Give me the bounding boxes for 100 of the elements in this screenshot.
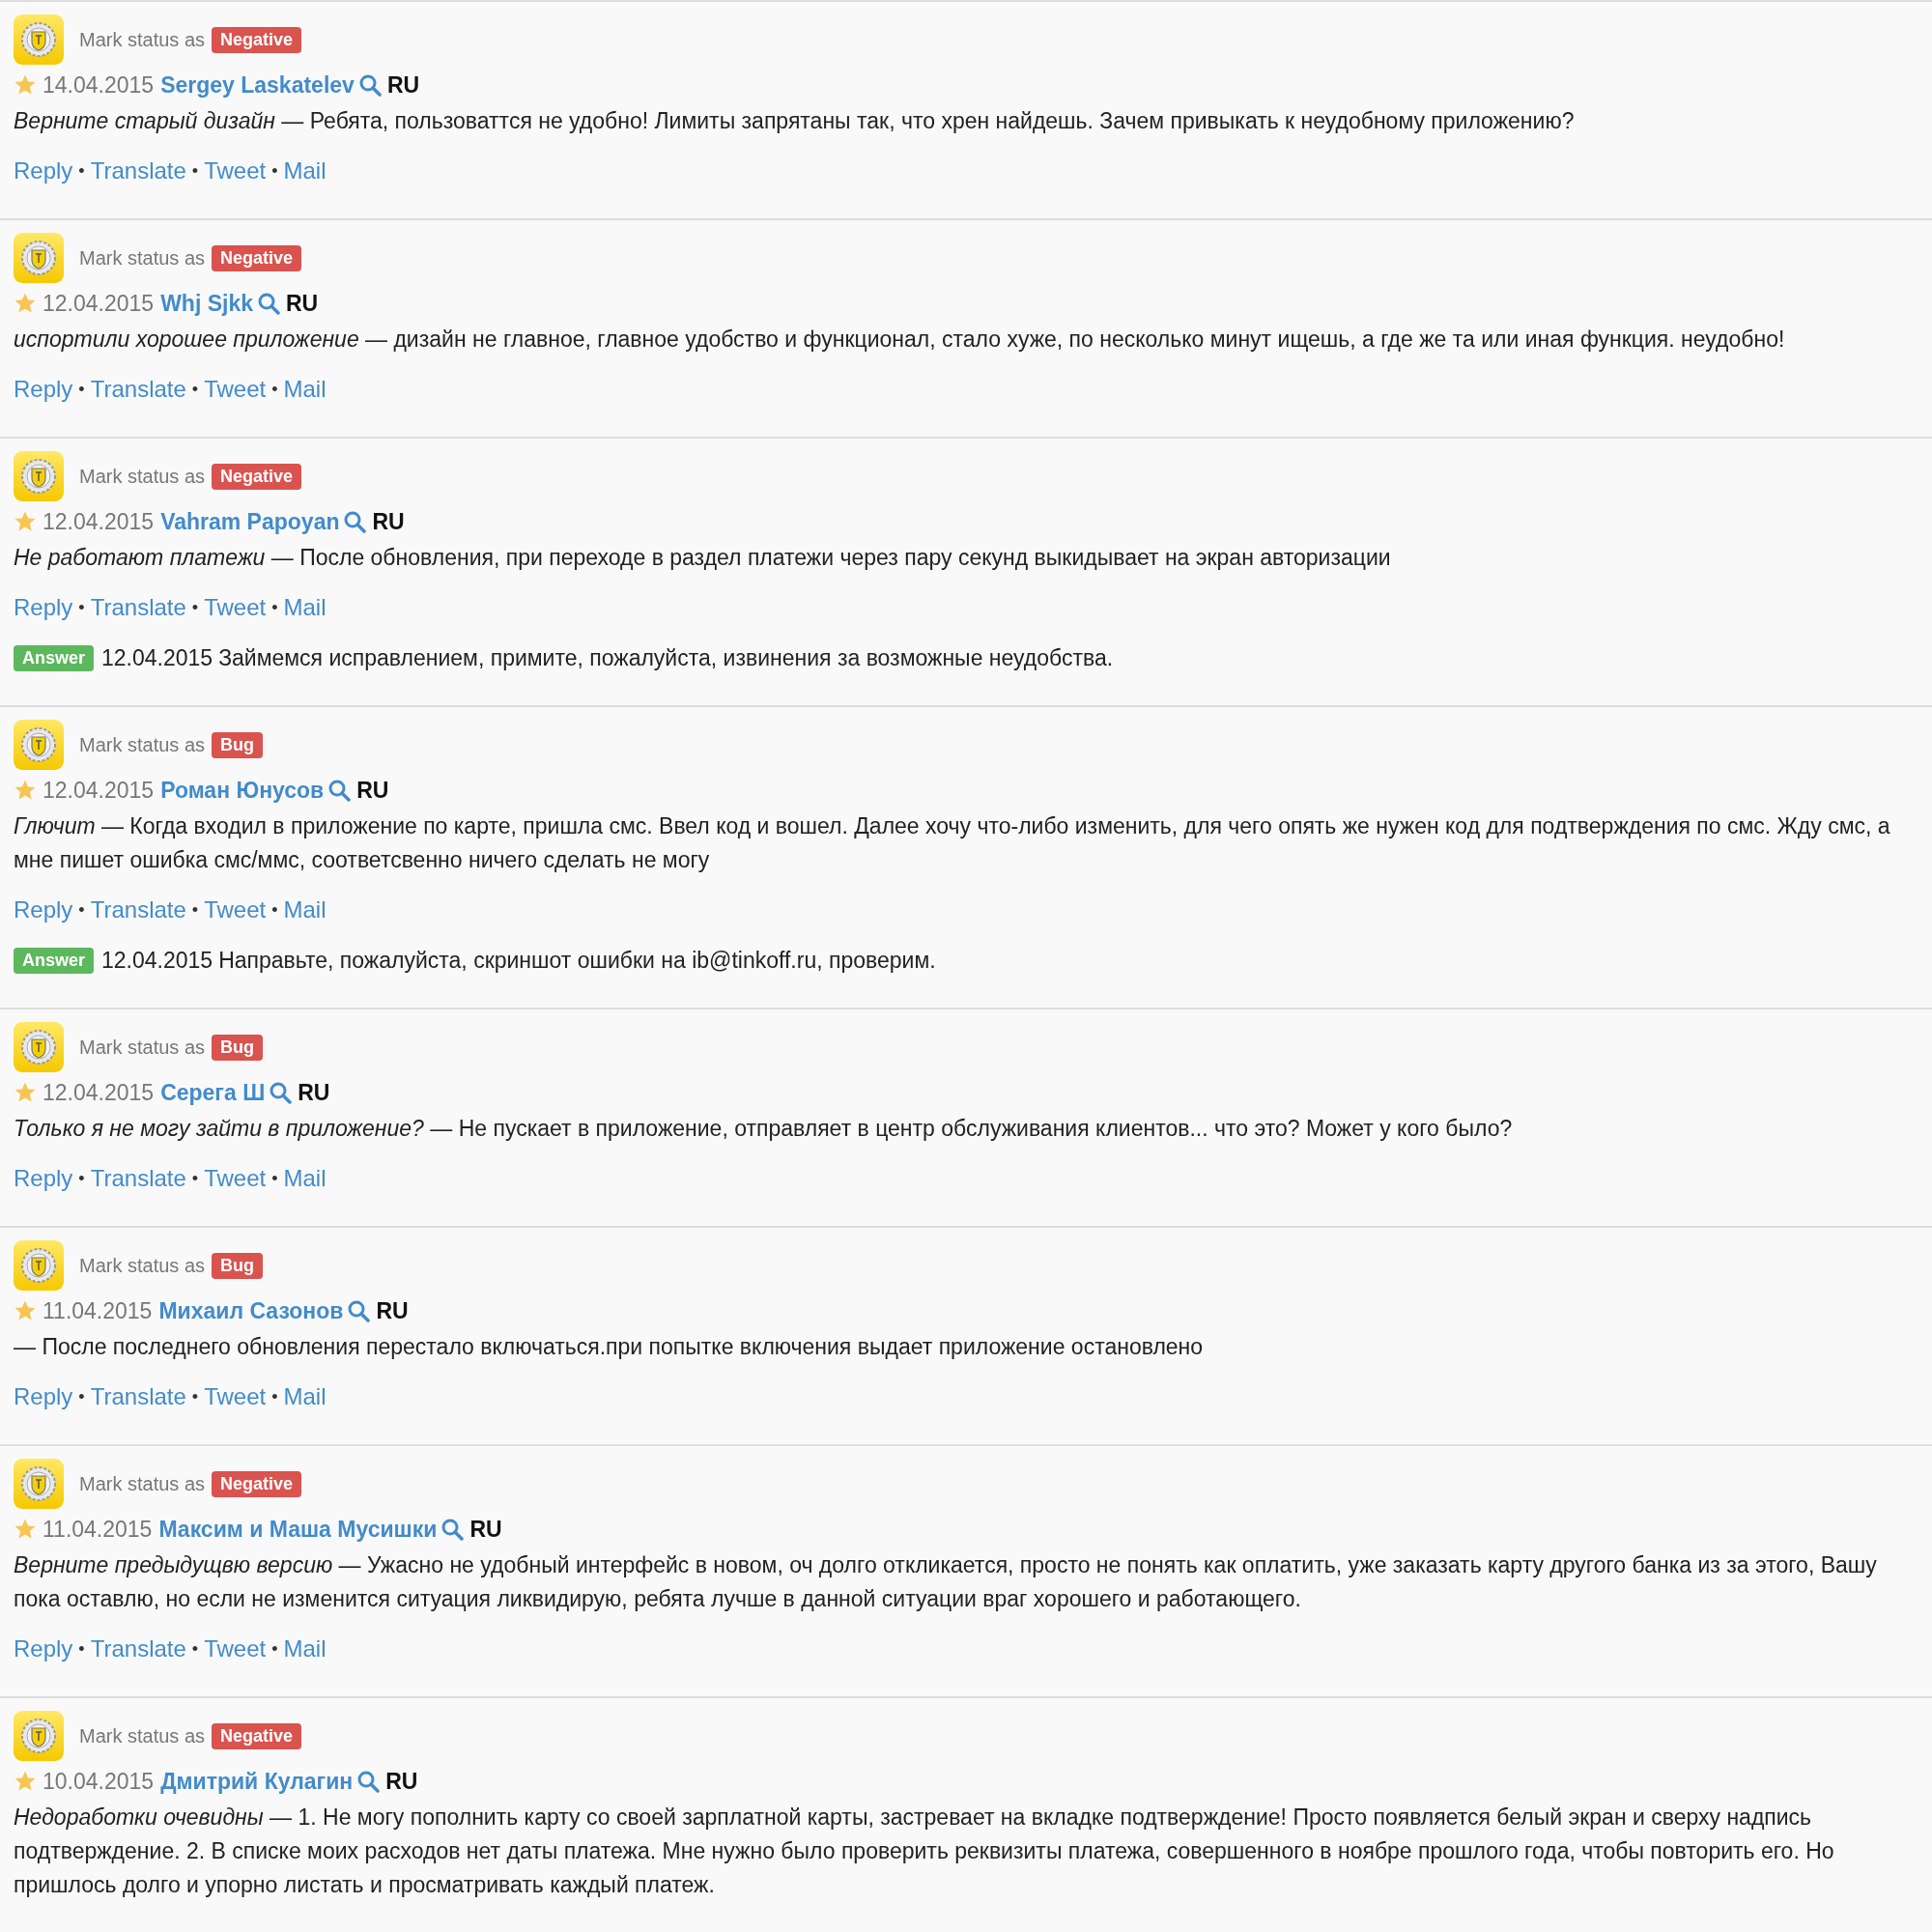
answer-text: Займемся исправлением, примите, пожалуйста, извинения за возможные неудобства. xyxy=(218,644,1114,671)
action-link[interactable]: Mail xyxy=(283,376,327,403)
answer-tag: Answer xyxy=(14,644,95,671)
action-link[interactable]: Tweet xyxy=(204,594,267,621)
author-link[interactable]: Дмитрий Кулагин xyxy=(160,1768,354,1795)
answer-text: Направьте, пожалуйста, скриншот ошибки на ib@tinkoff.ru, проверим. xyxy=(218,947,936,974)
action-link[interactable]: Translate xyxy=(90,594,186,621)
action-link[interactable]: Mail xyxy=(283,594,327,621)
action-link[interactable]: Tweet xyxy=(204,157,267,185)
country-code: RU xyxy=(385,1768,418,1795)
action-link[interactable]: Translate xyxy=(90,896,186,923)
author-link[interactable]: Роман Юнусов xyxy=(160,777,325,804)
action-link[interactable]: Mail xyxy=(283,1165,327,1192)
review-date: 11.04.2015 xyxy=(43,1297,153,1324)
country-code: RU xyxy=(469,1516,502,1543)
separator-dot: • xyxy=(271,597,278,618)
separator-dot: • xyxy=(191,1168,199,1189)
review-date: 12.04.2015 xyxy=(43,508,155,535)
separator-dot: • xyxy=(78,379,85,400)
separator-dot: • xyxy=(191,1638,199,1660)
star-icon xyxy=(14,1081,37,1104)
app-icon xyxy=(14,1022,64,1072)
author-link[interactable]: Vahram Papoyan xyxy=(160,508,340,535)
review-date: 12.04.2015 xyxy=(43,1079,155,1106)
action-link[interactable]: Tweet xyxy=(204,376,267,403)
review-date: 10.04.2015 xyxy=(43,1768,155,1795)
separator-dot: • xyxy=(271,160,278,182)
author-link[interactable]: Михаил Сазонов xyxy=(158,1297,344,1324)
action-link[interactable]: Reply xyxy=(14,1383,73,1410)
review-text: Недоработки очевидны — 1. Не могу пополнить карту со своей зарплатной карты, застревает на вкладке подтверждение! Просто появляется белый экран и сверху надпись подтверждение. 2. В списке моих расходов нет даты платежа. Мне нужно было проверить реквизиты платежа, совершенного в ноябре прошлого года, чтобы повторить его. Но пришлось долго и упорно листать и просматривать каждый платеж. xyxy=(14,1804,1835,1899)
star-icon xyxy=(14,779,37,802)
review-date: 11.04.2015 xyxy=(43,1516,153,1543)
search-icon[interactable] xyxy=(440,1518,465,1541)
status-tag[interactable]: Bug xyxy=(212,1034,264,1061)
separator-dot: • xyxy=(271,899,278,921)
search-icon[interactable] xyxy=(356,1770,381,1793)
answer-date: 12.04.2015 xyxy=(101,644,213,671)
status-tag[interactable]: Negative xyxy=(212,1470,302,1497)
country-code: RU xyxy=(286,290,319,317)
action-link[interactable]: Translate xyxy=(90,1165,186,1192)
search-icon[interactable] xyxy=(357,73,382,97)
separator-dot: • xyxy=(78,1638,85,1660)
action-link[interactable]: Reply xyxy=(14,157,73,185)
status-tag[interactable]: Negative xyxy=(212,26,302,53)
search-icon[interactable] xyxy=(257,292,280,315)
status-tag[interactable]: Bug xyxy=(212,1252,264,1279)
action-link[interactable]: Mail xyxy=(283,157,327,185)
app-icon xyxy=(14,233,64,283)
search-icon[interactable] xyxy=(347,1299,371,1322)
app-icon xyxy=(14,1240,64,1291)
separator-dot: • xyxy=(271,1386,278,1407)
action-link[interactable]: Reply xyxy=(14,896,73,923)
review-date: 12.04.2015 xyxy=(43,290,155,317)
app-icon xyxy=(14,14,64,65)
status-tag[interactable]: Negative xyxy=(212,244,302,271)
status-tag[interactable]: Negative xyxy=(212,1722,302,1749)
country-code: RU xyxy=(372,508,405,535)
search-icon[interactable] xyxy=(343,510,367,533)
country-code: RU xyxy=(376,1297,409,1324)
separator-dot: • xyxy=(78,899,85,921)
mark-status-label: Mark status as xyxy=(79,733,206,756)
answer-date: 12.04.2015 xyxy=(101,947,213,974)
separator-dot: • xyxy=(191,379,199,400)
action-link[interactable]: Reply xyxy=(14,1635,73,1662)
action-link[interactable]: Translate xyxy=(90,1383,186,1410)
country-code: RU xyxy=(356,777,389,804)
country-code: RU xyxy=(386,71,420,99)
separator-dot: • xyxy=(78,160,85,182)
author-link[interactable]: Sergey Laskatelev xyxy=(160,71,355,99)
author-link[interactable]: Whj Sjkk xyxy=(160,290,253,317)
author-link[interactable]: Максим и Маша Мусишки xyxy=(158,1516,438,1543)
separator-dot: • xyxy=(78,597,85,618)
review-date: 12.04.2015 xyxy=(43,777,155,804)
review-text: Верните предыдущвю версию — Ужасно не удобный интерфейс в новом, оч долго откликается, просто не понять как оплатить, уже заказать карту другого банка из за этого, Вашу пока оставлю, но если не изменится ситуация ликвидирую, ребята лучше в данной ситуации враг хорошего и работающего. xyxy=(14,1551,1878,1613)
separator-dot: • xyxy=(78,1386,85,1407)
status-tag[interactable]: Bug xyxy=(212,731,264,758)
action-link[interactable]: Mail xyxy=(283,896,327,923)
action-link[interactable]: Mail xyxy=(283,1383,327,1410)
search-icon[interactable] xyxy=(269,1081,293,1104)
action-link[interactable]: Translate xyxy=(90,157,186,185)
action-link[interactable]: Tweet xyxy=(204,1165,267,1192)
action-link[interactable]: Tweet xyxy=(204,1383,267,1410)
action-link[interactable]: Reply xyxy=(14,594,73,621)
action-link[interactable]: Tweet xyxy=(204,896,267,923)
action-link[interactable]: Tweet xyxy=(204,1635,267,1662)
status-tag[interactable]: Negative xyxy=(212,463,302,490)
action-link[interactable]: Mail xyxy=(283,1635,327,1662)
review-text: Только я не могу зайти в приложение? — Не пускает в приложение, отправляет в центр обслуживания клиентов... что это? Может у кого было? xyxy=(14,1115,1514,1143)
author-link[interactable]: Серега Ш xyxy=(160,1079,266,1106)
star-icon xyxy=(14,73,37,97)
action-link[interactable]: Reply xyxy=(14,376,73,403)
app-icon xyxy=(14,720,64,770)
action-link[interactable]: Reply xyxy=(14,1165,73,1192)
separator-dot: • xyxy=(191,899,199,921)
action-link[interactable]: Translate xyxy=(90,376,186,403)
mark-status-label: Mark status as xyxy=(79,28,206,51)
star-icon xyxy=(14,1299,37,1322)
search-icon[interactable] xyxy=(327,779,352,802)
app-icon xyxy=(14,1711,64,1761)
action-link[interactable]: Translate xyxy=(90,1635,186,1662)
